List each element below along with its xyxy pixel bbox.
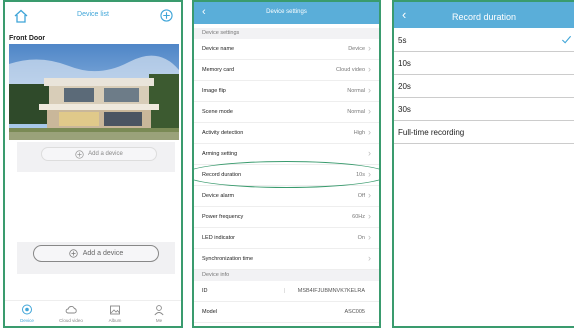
tab-label: Me xyxy=(155,318,163,323)
info-label: ID xyxy=(202,288,208,294)
setting-row-activity-detection[interactable]: Activity detection High › xyxy=(194,124,379,144)
setting-row-device-alarm[interactable]: Device alarm Off › xyxy=(194,187,379,207)
device-list-header: Device list xyxy=(5,2,181,32)
setting-row-memory-card[interactable]: Memory card Cloud video › xyxy=(194,61,379,81)
page-title: Record duration xyxy=(451,12,517,22)
option-label: Full-time recording xyxy=(398,128,465,137)
device-list-screen: Device list Front Door Add a device Add … xyxy=(3,0,183,328)
setting-label: Scene mode xyxy=(202,109,233,115)
setting-row-image-flip[interactable]: Image flip Normal › xyxy=(194,82,379,102)
chevron-right-icon: › xyxy=(368,211,371,221)
tab-device[interactable]: Device xyxy=(5,301,49,326)
chevron-right-icon: › xyxy=(368,43,371,53)
setting-label: Activity detection xyxy=(202,130,244,136)
chevron-right-icon: › xyxy=(368,148,371,158)
info-value: ASC005 xyxy=(344,309,366,315)
chevron-right-icon: › xyxy=(368,106,371,116)
tab-cloud-video[interactable]: Cloud video xyxy=(49,301,93,326)
setting-label: Synchronization time xyxy=(202,256,254,262)
camera-icon xyxy=(22,304,32,315)
setting-label: Device name xyxy=(202,46,235,52)
tab-label: Cloud video xyxy=(59,318,83,323)
tab-me[interactable]: Me xyxy=(137,301,181,326)
setting-value: Normal xyxy=(347,109,365,115)
page-title: Device list xyxy=(77,11,109,18)
bottom-tab-bar: Device Cloud video Album Me xyxy=(5,300,181,326)
tab-album[interactable]: Album xyxy=(93,301,137,326)
add-device-button-2[interactable]: Add a device xyxy=(33,245,159,262)
tab-label: Album xyxy=(108,318,122,323)
setting-row-led-indicator[interactable]: LED indicator On › xyxy=(194,229,379,249)
setting-row-device-name[interactable]: Device name Device › xyxy=(194,40,379,60)
chevron-right-icon: › xyxy=(368,190,371,200)
setting-value: 60Hz xyxy=(352,214,365,220)
info-row-model: Model ASC005 xyxy=(194,303,379,323)
cloud-icon xyxy=(65,306,77,314)
chevron-right-icon: › xyxy=(368,127,371,137)
setting-row-synchronization-time[interactable]: Synchronization time › xyxy=(194,250,379,270)
image-icon xyxy=(110,305,120,315)
duration-option[interactable]: Full-time recording xyxy=(394,121,574,144)
setting-value: Cloud video xyxy=(335,67,365,73)
duration-option[interactable]: 5s xyxy=(394,29,574,52)
setting-value: On xyxy=(357,235,365,241)
add-circle-icon xyxy=(69,249,78,258)
tab-label: Device xyxy=(20,318,34,323)
chevron-right-icon: › xyxy=(368,232,371,242)
user-icon xyxy=(154,305,164,316)
setting-value: 10s xyxy=(356,172,365,178)
section-header: Device settings xyxy=(194,28,379,39)
setting-label: Device alarm xyxy=(202,193,235,199)
info-row-id: ID | MSB4IFJUBMNVK7KELRA xyxy=(194,282,379,302)
setting-label: LED indicator xyxy=(202,235,236,241)
record-duration-screen: ‹ Record duration 5s 10s 20s 30s Full-ti… xyxy=(392,0,574,328)
add-device-label: Add a device xyxy=(82,250,124,257)
add-circle-icon[interactable] xyxy=(160,9,173,22)
setting-row-scene-mode[interactable]: Scene mode Normal › xyxy=(194,103,379,123)
chevron-right-icon: › xyxy=(368,169,371,179)
chevron-right-icon: › xyxy=(368,64,371,74)
option-label: 5s xyxy=(398,36,407,45)
camera-name: Front Door xyxy=(9,35,46,42)
setting-label: Power frequency xyxy=(202,214,244,220)
duration-option[interactable]: 30s xyxy=(394,98,574,121)
setting-row-arming-setting[interactable]: Arming setting › xyxy=(194,145,379,165)
settings-header: ‹ Device settings xyxy=(194,2,379,24)
info-separator: | xyxy=(284,288,286,294)
add-device-button[interactable]: Add a device xyxy=(41,147,157,161)
setting-value: High xyxy=(353,130,365,136)
chevron-right-icon: › xyxy=(368,85,371,95)
page-title: Device settings xyxy=(266,9,307,15)
info-label: Model xyxy=(202,309,217,315)
duration-option[interactable]: 10s xyxy=(394,52,574,75)
option-label: 20s xyxy=(398,82,411,91)
option-label: 10s xyxy=(398,59,411,68)
camera-preview-image[interactable] xyxy=(9,44,179,140)
setting-label: Memory card xyxy=(202,67,235,73)
add-circle-icon xyxy=(75,149,84,159)
setting-value: Device xyxy=(348,46,365,52)
setting-value: Off xyxy=(357,193,365,199)
house-photo xyxy=(9,44,179,140)
chevron-right-icon: › xyxy=(368,253,371,263)
device-settings-screen: ‹ Device settings Device settings Device… xyxy=(192,0,381,328)
duration-option[interactable]: 20s xyxy=(394,75,574,98)
setting-label: Image flip xyxy=(202,88,226,94)
add-device-label: Add a device xyxy=(88,151,123,157)
setting-value: Normal xyxy=(347,88,365,94)
option-label: 30s xyxy=(398,105,411,114)
record-duration-header: ‹ Record duration xyxy=(394,2,574,28)
section-header: Device info xyxy=(194,270,379,281)
setting-label: Arming setting xyxy=(202,151,238,157)
setting-label: Record duration xyxy=(202,172,242,178)
check-icon xyxy=(561,35,572,44)
info-value: MSB4IFJUBMNVK7KELRA xyxy=(297,288,365,294)
setting-row-record-duration[interactable]: Record duration 10s › xyxy=(194,166,379,186)
setting-row-power-frequency[interactable]: Power frequency 60Hz › xyxy=(194,208,379,228)
